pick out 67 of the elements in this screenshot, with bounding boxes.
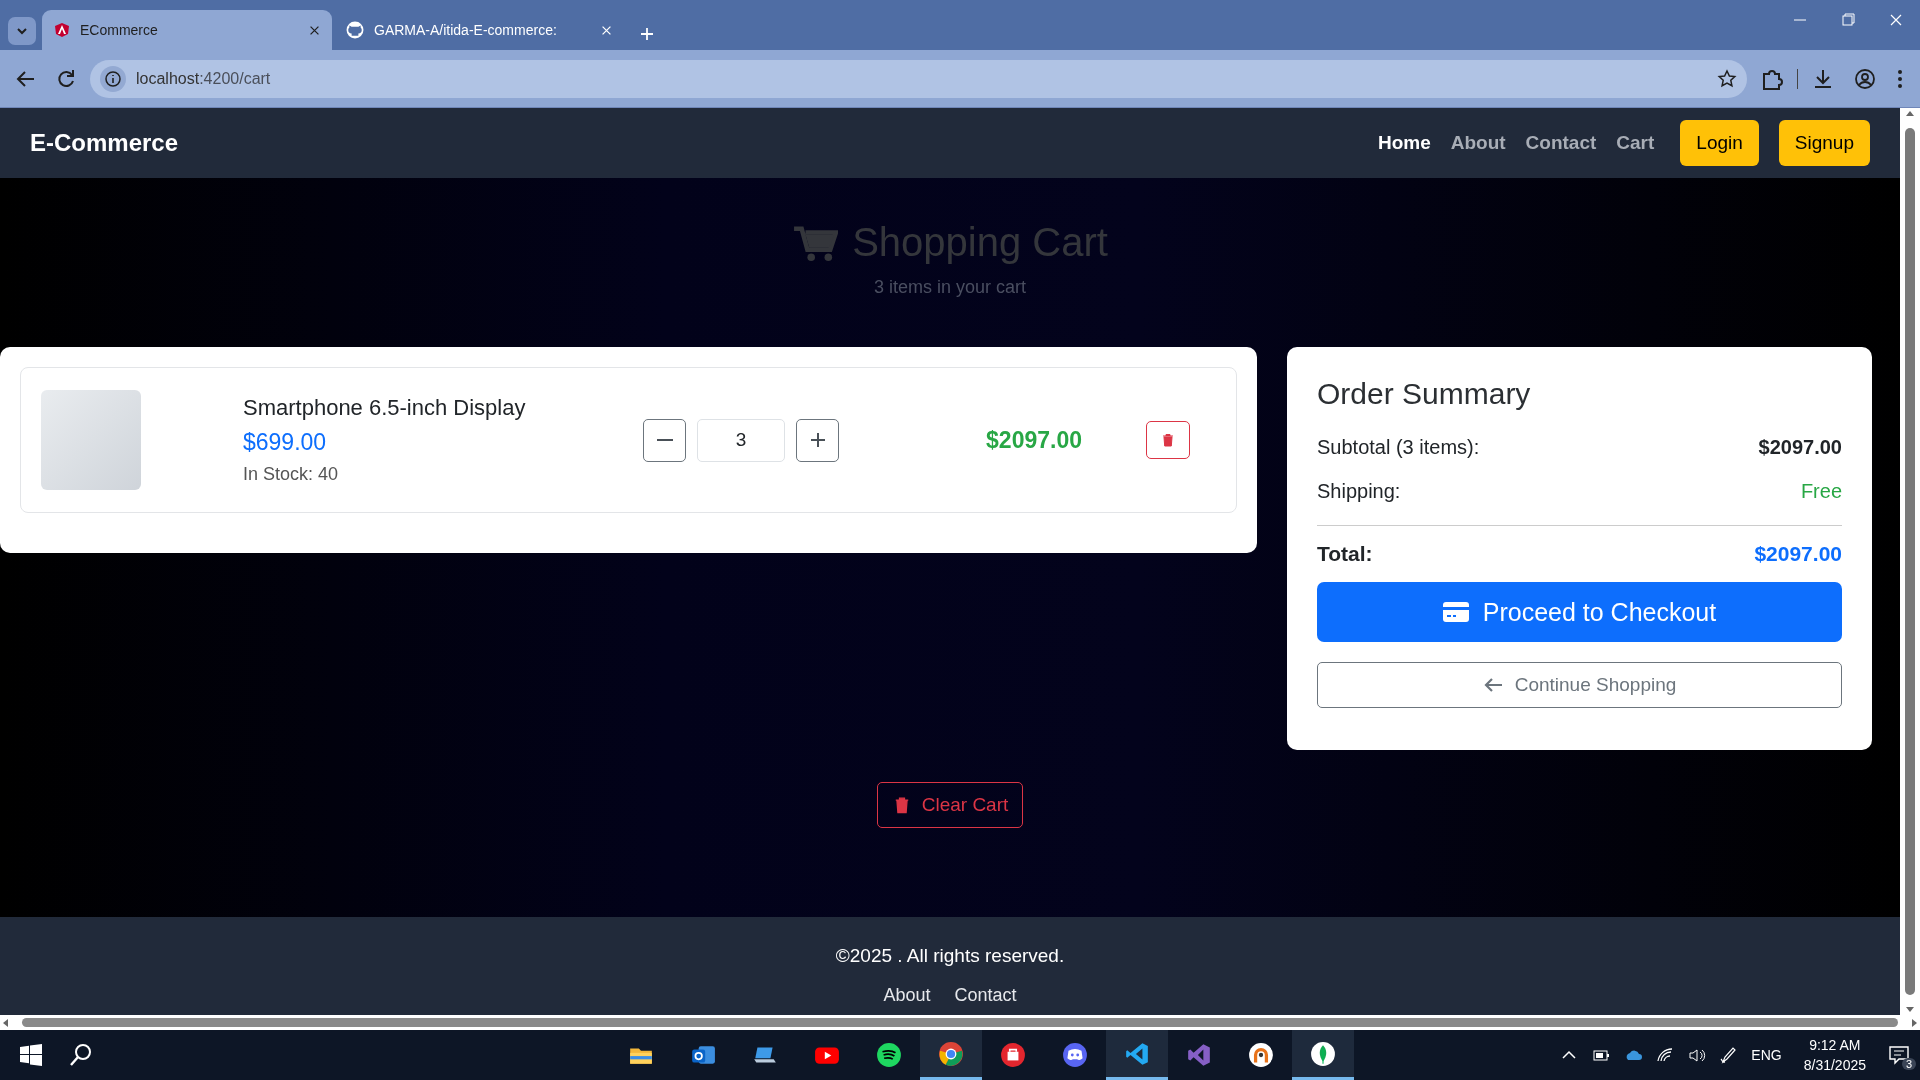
- windows-logo-icon[interactable]: [20, 1044, 42, 1066]
- nav-link[interactable]: Contact: [1525, 132, 1597, 154]
- site-brand[interactable]: E-Commerce: [30, 129, 179, 157]
- music-icon: [876, 1042, 902, 1068]
- signup-button[interactable]: Signup: [1778, 120, 1870, 166]
- credit-card-icon: [1442, 602, 1469, 622]
- horizontal-scrollbar-thumb[interactable]: [22, 1018, 1898, 1027]
- nav-link[interactable]: Cart: [1616, 132, 1655, 154]
- summary-title: Order Summary: [1317, 377, 1532, 411]
- leaf-icon: [1310, 1040, 1336, 1067]
- url-text: localhost:4200/cart: [136, 69, 272, 88]
- footer-link[interactable]: Contact: [954, 985, 1017, 1006]
- close-icon[interactable]: [309, 24, 320, 36]
- triangle-logo-icon: [54, 22, 70, 38]
- browser-icon: [938, 1040, 964, 1067]
- game-controller-icon: [1062, 1042, 1088, 1068]
- nav-link[interactable]: Home: [1377, 132, 1431, 154]
- minus-icon: [656, 439, 673, 441]
- trash-icon: [1160, 431, 1176, 449]
- browser-tab[interactable]: GARMA-A/itida-E-commerce:: [334, 10, 624, 50]
- notification-count: 3: [1901, 1058, 1916, 1070]
- clock[interactable]: 9:12 AM 8/31/2025: [1803, 1035, 1866, 1075]
- line-total: $2097.00: [986, 426, 1082, 454]
- footer-link[interactable]: About: [883, 985, 931, 1006]
- remove-item-button[interactable]: [1146, 421, 1190, 459]
- clear-cart-button[interactable]: Clear Cart: [876, 782, 1024, 828]
- star-icon[interactable]: [1717, 68, 1737, 89]
- search-icon[interactable]: [68, 1042, 94, 1068]
- summary-value: $2097.00: [1758, 435, 1842, 459]
- checkout-button[interactable]: Proceed to Checkout: [1317, 582, 1842, 642]
- language-indicator[interactable]: ENG: [1751, 1047, 1782, 1063]
- product-price: $699.00: [243, 429, 328, 456]
- tab-title: GARMA-A/itida-E-commerce:: [374, 22, 558, 38]
- octocat-icon: [346, 21, 364, 39]
- tab-search-button[interactable]: [8, 17, 36, 45]
- total-label: Total:: [1317, 542, 1373, 566]
- nav-link[interactable]: About: [1450, 132, 1506, 154]
- increase-button[interactable]: [796, 418, 839, 462]
- plus-icon[interactable]: [640, 27, 654, 41]
- plus-icon: [808, 431, 827, 449]
- clock-date: 8/31/2025: [1803, 1056, 1866, 1075]
- login-button[interactable]: Login: [1680, 120, 1759, 166]
- summary-label: Shipping:: [1317, 479, 1401, 503]
- continue-shopping-button[interactable]: Continue Shopping: [1317, 662, 1842, 708]
- summary-value: Free: [1800, 479, 1842, 503]
- left-arrow-icon: [1482, 677, 1503, 693]
- product-name: Smartphone 6.5-inch Display: [243, 395, 527, 421]
- browser-tab[interactable]: ECommerce: [42, 10, 332, 50]
- address-bar[interactable]: localhost:4200/cart: [90, 59, 1747, 98]
- quantity-field[interactable]: 3: [697, 418, 785, 462]
- notification-icon[interactable]: [1888, 1044, 1910, 1066]
- copyright-text: ©2025 . All rights reserved.: [835, 945, 1065, 967]
- info-icon[interactable]: [100, 65, 126, 92]
- code-editor-icon: [1124, 1040, 1150, 1067]
- summary-label: Subtotal (3 items):: [1317, 435, 1480, 459]
- clock-time: 9:12 AM: [1809, 1036, 1861, 1055]
- total-value: $2097.00: [1754, 542, 1842, 566]
- tab-title: ECommerce: [80, 22, 159, 38]
- taskbar-app-button[interactable]: [1292, 1030, 1354, 1080]
- vertical-scrollbar-thumb[interactable]: [1905, 128, 1915, 995]
- decrease-button[interactable]: [643, 418, 686, 462]
- stock-text: In Stock: 40: [243, 464, 340, 485]
- taskbar-app-button[interactable]: [920, 1030, 982, 1080]
- taskbar-app-button[interactable]: [1106, 1030, 1168, 1080]
- items-count: 3 items in your cart: [873, 277, 1027, 298]
- bag-icon: [1000, 1042, 1026, 1068]
- chevron-down-icon: [16, 25, 28, 37]
